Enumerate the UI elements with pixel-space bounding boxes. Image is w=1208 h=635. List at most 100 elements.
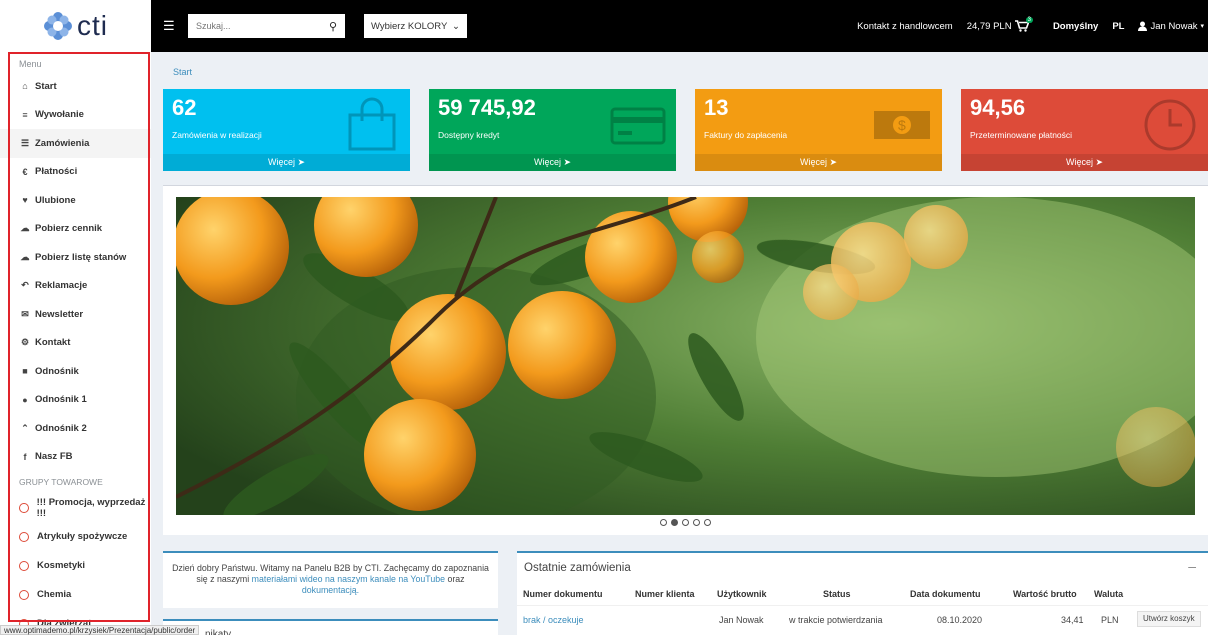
profile-selector[interactable]: Domyślny [1053,21,1098,32]
more-link[interactable]: Więcej ➤ [429,154,676,171]
facebook-icon: f [23,451,27,462]
logo[interactable]: cti [0,0,151,52]
more-link[interactable]: Więcej ➤ [695,154,942,171]
column-header[interactable]: Numer klienta [635,589,695,599]
sidebar-item[interactable]: f Nasz FB [0,443,151,472]
banner-carousel [163,185,1208,535]
sidebar-item[interactable]: ☁ Pobierz listę stanów [0,243,151,272]
user-menu[interactable]: Jan Nowak ▾ [1138,21,1204,32]
circle-icon [19,502,29,513]
info-box-value: 94,56 [970,95,1026,120]
shopping-bag-icon [348,97,396,151]
sidebar-item-label: Pobierz cennik [35,223,103,235]
breadcrumb[interactable]: Start [173,67,192,77]
sidebar-item[interactable]: ● Odnośnik 1 [0,386,151,415]
info-box-label: Dostępny kredyt [438,130,500,140]
svg-text:$: $ [898,117,906,133]
collapse-button[interactable]: – [1188,558,1196,574]
product-group-item[interactable]: !!! Promocja, wyprzedaż !!! [0,493,151,522]
sidebar-item[interactable]: ☁ Pobierz cennik [0,215,151,244]
messages-title: nikaty [205,629,232,635]
column-header[interactable]: Wartość brutto [1013,589,1077,599]
top-right-nav: Kontakt z handlowcem 24,79 PLN 3 Domyśln… [843,0,1208,52]
cart-button[interactable]: 24,79 PLN 3 [967,17,1039,32]
cloud-download-icon: ☁ [20,251,30,262]
create-cart-button[interactable]: Utwórz koszyk [1137,611,1201,627]
language-selector[interactable]: PL [1112,21,1124,32]
euro-icon: € [22,166,28,177]
banner-image-oranges[interactable] [176,197,1195,515]
cogs-icon: ⚙ [20,337,30,348]
oranges-photo [176,197,1195,515]
column-header[interactable]: Użytkownik [717,589,767,599]
circle-icon [19,560,29,571]
product-group-item[interactable]: Atrykuły spożywcze [0,522,151,551]
more-link[interactable]: Więcej ➤ [163,154,410,171]
order-value: 34,41 [1061,615,1084,625]
recent-orders-title: Ostatnie zamówienia [524,562,631,574]
logo-flower-icon [44,12,72,40]
carousel-dot[interactable] [682,519,689,526]
product-group-item[interactable]: Chemia [0,580,151,609]
color-select[interactable]: Wybierz KOLORY ⌄ [364,14,467,38]
b2b-panel: cti Menu ⌂ Start ≡ Wywołanie ☰ Zamówienia € Pła… [0,0,1208,635]
table-divider [517,605,1208,606]
reply-icon: ↶ [21,280,29,291]
more-link[interactable]: Więcej ➤ [961,154,1208,171]
search-box: ⚲ [188,14,345,38]
search-input[interactable] [196,21,306,31]
circle-icon [19,531,29,542]
column-header[interactable]: Status [823,589,851,599]
cloud-download-icon: ☁ [20,223,30,234]
money-icon: $ [874,111,930,139]
sidebar: Menu ⌂ Start ≡ Wywołanie ☰ Zamówienia € Płatnoś… [0,52,151,635]
list-icon: ≡ [22,109,28,120]
sidebar-item-label: Wywołanie [35,109,84,121]
documentation-link[interactable]: dokumentacją. [302,585,359,595]
sidebar-item[interactable]: ☰ Zamówienia [0,129,151,158]
sidebar-menu: ⌂ Start ≡ Wywołanie ☰ Zamówienia € Płatności ♥ Ul… [0,72,151,471]
sidebar-item-label: Reklamacje [35,280,88,292]
arrow-circle-right-icon: ➤ [297,157,306,167]
product-group-label: Kosmetyki [37,560,86,571]
product-group-label: !!! Promocja, wyprzedaż !!! [36,496,146,519]
envelope-icon: ✉ [21,308,29,319]
product-group-item[interactable]: Kosmetyki [0,551,151,580]
order-user: Jan Nowak [719,615,764,625]
column-header[interactable]: Waluta [1094,589,1123,599]
square-icon: ■ [22,366,28,377]
sidebar-item[interactable]: ⚙ Kontakt [0,329,151,358]
sidebar-item[interactable]: ■ Odnośnik [0,357,151,386]
sidebar-item-label: Odnośnik 2 [35,422,87,434]
column-header[interactable]: Data dokumentu [910,589,981,599]
welcome-text-and: oraz [447,574,465,584]
user-name: Jan Nowak [1150,20,1198,32]
column-header[interactable]: Numer dokumentu [523,589,603,599]
carousel-dot[interactable] [660,519,667,526]
sidebar-item-label: Kontakt [35,337,71,349]
order-document-link[interactable]: brak / oczekuje [523,615,584,625]
sidebar-item-label: Pobierz listę stanów [35,251,127,263]
carousel-dot[interactable] [704,519,711,526]
search-icon[interactable]: ⚲ [329,20,337,33]
contact-sales-link[interactable]: Kontakt z handlowcem [857,21,953,32]
sidebar-item[interactable]: ⌂ Start [0,72,151,101]
sidebar-item[interactable]: ≡ Wywołanie [0,101,151,130]
user-icon [1138,21,1148,31]
sidebar-item[interactable]: ✉ Newsletter [0,300,151,329]
carousel-dot-active[interactable] [671,519,678,526]
sidebar-item[interactable]: ↶ Reklamacje [0,272,151,301]
status-bar-url: www.optimademo.pl/krzysiek/Prezentacja/p… [0,625,200,635]
carousel-dot[interactable] [693,519,700,526]
info-box-label: Przeterminowane płatności [970,130,1073,140]
sidebar-item[interactable]: € Płatności [0,158,151,187]
info-box-value: 62 [172,95,197,120]
heart-icon: ♥ [22,195,28,206]
youtube-link[interactable]: materiałami wideo na naszym kanale na Yo… [252,574,445,584]
hamburger-icon[interactable]: ☰ [163,18,183,34]
recent-orders-panel: Ostatnie zamówienia – Numer dokumentu Nu… [517,551,1208,635]
arrow-circle-right-icon: ➤ [563,157,572,167]
sidebar-item[interactable]: ⌃ Odnośnik 2 [0,414,151,443]
sidebar-item[interactable]: ♥ Ulubione [0,186,151,215]
carousel-indicators [163,518,1208,528]
